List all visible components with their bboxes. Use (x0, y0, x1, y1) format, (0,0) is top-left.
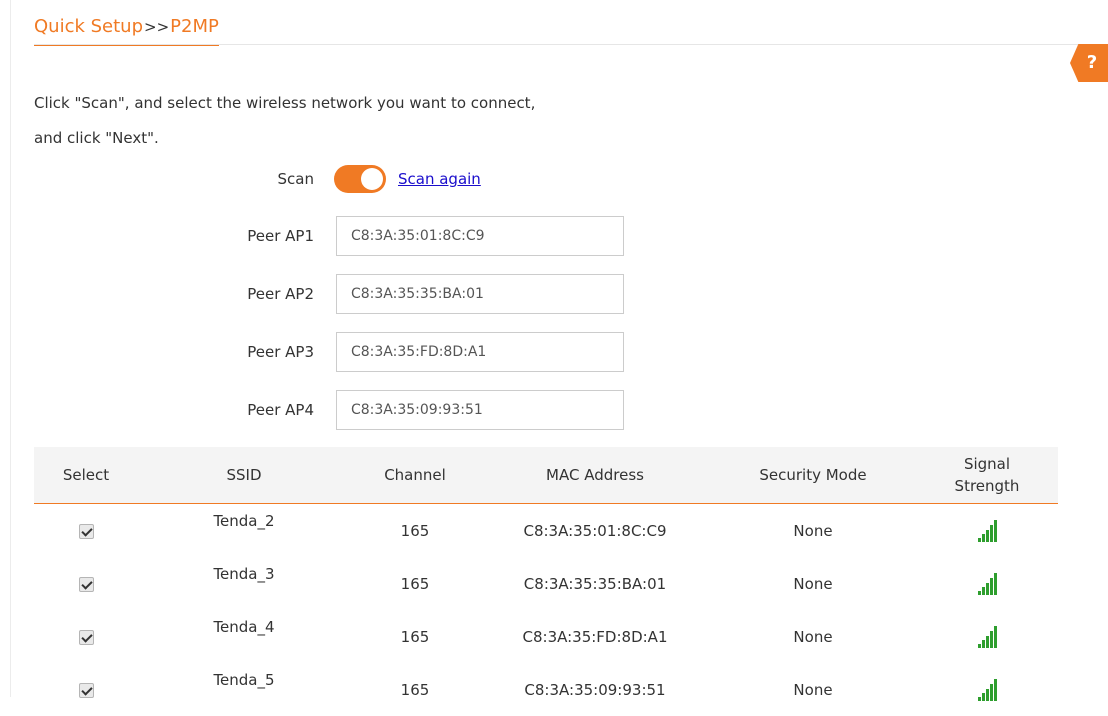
column-header-ssid: SSID (138, 447, 350, 504)
ssid-cell: Tenda_5 (213, 671, 275, 689)
channel-cell: 165 (400, 680, 430, 699)
header-divider (34, 44, 1100, 45)
ssid-cell: Tenda_3 (213, 565, 275, 583)
column-header-signal: Signal Strength (916, 447, 1058, 504)
ssid-cell: Tenda_2 (213, 512, 275, 530)
toggle-knob (361, 168, 383, 190)
breadcrumb-root[interactable]: Quick Setup (34, 16, 143, 37)
column-header-mac: MAC Address (480, 447, 710, 504)
peer-ap-label: Peer AP3 (247, 343, 314, 361)
security-cell: None (793, 574, 833, 593)
breadcrumb-current: P2MP (170, 16, 219, 37)
breadcrumb: Quick Setup>>P2MP (34, 14, 219, 46)
channel-cell: 165 (400, 574, 430, 593)
peer-ap-input-4[interactable] (336, 390, 624, 430)
breadcrumb-separator: >> (144, 18, 170, 36)
mac-cell: C8:3A:35:35:BA:01 (523, 574, 667, 593)
select-checkbox[interactable] (78, 576, 94, 592)
scan-toggle[interactable] (334, 165, 386, 193)
column-header-select: Select (34, 447, 138, 504)
select-checkbox[interactable] (78, 682, 94, 698)
peer-ap-input-3[interactable] (336, 332, 624, 372)
channel-cell: 165 (400, 627, 430, 646)
help-icon: ? (1086, 52, 1098, 73)
channel-cell: 165 (400, 521, 430, 540)
security-cell: None (793, 521, 833, 540)
scan-results-table: Select SSID Channel MAC Address Security… (34, 447, 1058, 716)
instructions: Click "Scan", and select the wireless ne… (34, 86, 535, 156)
column-header-channel: Channel (350, 447, 480, 504)
signal-strength-icon (977, 519, 997, 542)
table-row[interactable]: Tenda_5 165 C8:3A:35:09:93:51 None (34, 663, 1058, 716)
table-row[interactable]: Tenda_3 165 C8:3A:35:35:BA:01 None (34, 557, 1058, 610)
signal-strength-icon (977, 572, 997, 595)
signal-strength-icon (977, 678, 997, 701)
peer-ap-row-4: Peer AP4 (0, 390, 700, 430)
table-row[interactable]: Tenda_2 165 C8:3A:35:01:8C:C9 None (34, 504, 1058, 558)
instruction-line-1: Click "Scan", and select the wireless ne… (34, 94, 536, 112)
mac-cell: C8:3A:35:FD:8D:A1 (522, 627, 668, 646)
peer-ap-label: Peer AP4 (247, 401, 314, 419)
select-checkbox[interactable] (78, 523, 94, 539)
mac-cell: C8:3A:35:01:8C:C9 (523, 521, 667, 540)
peer-ap-label: Peer AP1 (247, 227, 314, 245)
scan-row: Scan Scan again (0, 162, 700, 196)
column-header-security: Security Mode (710, 447, 916, 504)
signal-strength-icon (977, 625, 997, 648)
peer-ap-label: Peer AP2 (247, 285, 314, 303)
peer-ap-row-2: Peer AP2 (0, 274, 700, 314)
ssid-cell: Tenda_4 (213, 618, 275, 636)
security-cell: None (793, 627, 833, 646)
peer-ap-input-1[interactable] (336, 216, 624, 256)
instruction-line-2: and click "Next". (34, 129, 159, 147)
peer-ap-row-3: Peer AP3 (0, 332, 700, 372)
peer-ap-row-1: Peer AP1 (0, 216, 700, 256)
select-checkbox[interactable] (78, 629, 94, 645)
scan-label: Scan (277, 170, 314, 188)
table-header-row: Select SSID Channel MAC Address Security… (34, 447, 1058, 504)
scan-again-link[interactable]: Scan again (398, 162, 481, 196)
peer-ap-input-2[interactable] (336, 274, 624, 314)
security-cell: None (793, 680, 833, 699)
table-row[interactable]: Tenda_4 165 C8:3A:35:FD:8D:A1 None (34, 610, 1058, 663)
mac-cell: C8:3A:35:09:93:51 (524, 680, 666, 699)
